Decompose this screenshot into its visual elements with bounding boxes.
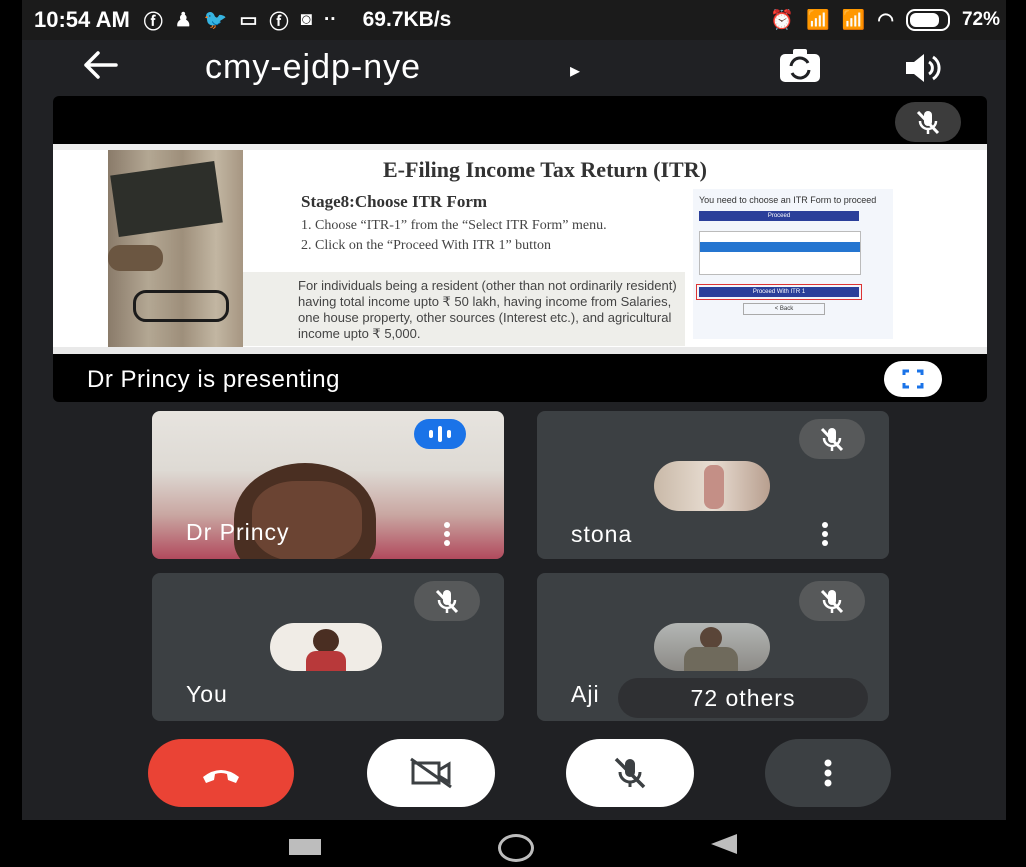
slide-stage: Stage8:Choose ITR Form (301, 192, 488, 211)
meeting-info-caret-icon[interactable]: ▸ (570, 58, 580, 83)
shared-slide: E-Filing Income Tax Return (ITR) Stage8:… (53, 144, 987, 354)
signal-icon: 📶 (841, 10, 866, 31)
participant-tile-you[interactable]: You (152, 573, 504, 721)
slide-book-shape (110, 160, 223, 238)
more-options-button[interactable] (765, 739, 891, 807)
more-notifications-icon: ·· (323, 9, 337, 30)
facebook-icon: ⓕ (143, 11, 163, 33)
presentation-tile[interactable]: E-Filing Income Tax Return (ITR) Stage8:… (53, 96, 987, 402)
participant-name: You (186, 681, 228, 707)
slide-decorative-image (108, 150, 243, 347)
more-vert-icon[interactable] (443, 521, 451, 547)
fullscreen-icon[interactable] (884, 361, 942, 397)
battery-icon (905, 9, 950, 31)
slide-glasses-shape (133, 290, 229, 322)
participant-tile-stona[interactable]: stona (537, 411, 889, 559)
end-call-icon (203, 770, 239, 783)
slide-proceed-button: Proceed (699, 211, 859, 221)
battery-percent: 72% (961, 9, 1000, 30)
avatar (270, 623, 382, 671)
more-vert-icon (824, 759, 832, 787)
slide-title: E-Filing Income Tax Return (ITR) (383, 157, 707, 182)
slide-panel-heading: You need to choose an ITR Form to procee… (699, 195, 877, 205)
meeting-header: cmy-ejdp-nye ▸ (22, 40, 1006, 96)
slide-step: 2. Click on the “Proceed With ITR 1” but… (301, 238, 551, 253)
avatar-body (684, 647, 738, 671)
instagram-icon: ◙ (300, 9, 312, 30)
more-vert-icon[interactable] (821, 521, 829, 547)
participant-name: Dr Princy (186, 519, 290, 545)
avatar (654, 461, 770, 511)
facebook-icon: ⓕ (269, 11, 289, 33)
camera-toggle-button[interactable] (367, 739, 495, 807)
speaking-icon (414, 419, 466, 449)
mic-off-icon (614, 757, 646, 789)
participant-name: stona (571, 521, 633, 547)
end-call-button[interactable] (148, 739, 294, 807)
back-arrow-icon[interactable] (82, 50, 118, 89)
participant-name: Aji (571, 681, 600, 707)
video-icon: ▭ (239, 9, 258, 31)
slide-note-text: For individuals being a resident (other … (298, 278, 677, 341)
wifi-icon: ◠ (877, 9, 894, 31)
slide-itr-selected (700, 242, 860, 252)
slide-note: For individuals being a resident (other … (243, 272, 685, 346)
avatar-head (313, 629, 339, 653)
camera-off-icon (410, 757, 452, 789)
switch-camera-icon[interactable] (777, 46, 823, 86)
others-count-chip[interactable]: 72 others (618, 678, 868, 718)
alarm-icon: ⏰ (770, 10, 795, 31)
contacts-icon: ♟ (174, 9, 192, 31)
recents-button[interactable] (289, 839, 321, 855)
slide-steps: 1. Choose “ITR-1” from the “Select ITR F… (301, 218, 681, 258)
slide-itr-panel: You need to choose an ITR Form to procee… (693, 189, 893, 339)
meet-app: 10:54 AM ⓕ ♟ 🐦 ▭ ⓕ ◙ ·· 69.7KB/s ⏰ 📶 📶 ◠… (22, 0, 1006, 867)
slideshow-statusbar (53, 347, 987, 354)
battery-fill (909, 13, 939, 27)
speaker-icon[interactable] (902, 50, 942, 86)
participant-tile-dr-princy[interactable]: Dr Princy (152, 411, 504, 559)
slide-step: 1. Choose “ITR-1” from the “Select ITR F… (301, 218, 607, 233)
mic-off-icon (895, 102, 961, 142)
avatar-body (306, 651, 346, 671)
mic-off-icon (799, 419, 865, 459)
slide-proceed-itr-button: Proceed With ITR 1 (696, 284, 862, 300)
android-nav-bar (22, 820, 1006, 867)
avatar-figure (704, 465, 724, 509)
signal-icon: 📶 (806, 10, 830, 31)
status-time: 10:54 AM (34, 7, 130, 32)
slide-back-button: < Back (743, 303, 825, 315)
avatar-head (700, 627, 722, 649)
avatar (654, 623, 770, 671)
mic-off-icon (799, 581, 865, 621)
meeting-code[interactable]: cmy-ejdp-nye (205, 48, 421, 87)
status-right: ⏰ 📶 📶 ◠ 72% (770, 8, 1000, 32)
presenting-label: Dr Princy is presenting (87, 366, 340, 393)
slide-itr-dropdown (699, 231, 861, 275)
notification-icons: ⓕ ♟ 🐦 ▭ ⓕ ◙ ·· (144, 7, 337, 34)
home-button[interactable] (498, 834, 534, 862)
network-speed: 69.7KB/s (362, 8, 452, 31)
status-bar: 10:54 AM ⓕ ♟ 🐦 ▭ ⓕ ◙ ·· 69.7KB/s ⏰ 📶 📶 ◠… (22, 0, 1006, 40)
back-button[interactable] (711, 834, 737, 854)
mic-toggle-button[interactable] (566, 739, 694, 807)
twitter-icon: 🐦 (203, 10, 228, 31)
slide-cone-shape (108, 245, 163, 271)
mic-off-icon (414, 581, 480, 621)
